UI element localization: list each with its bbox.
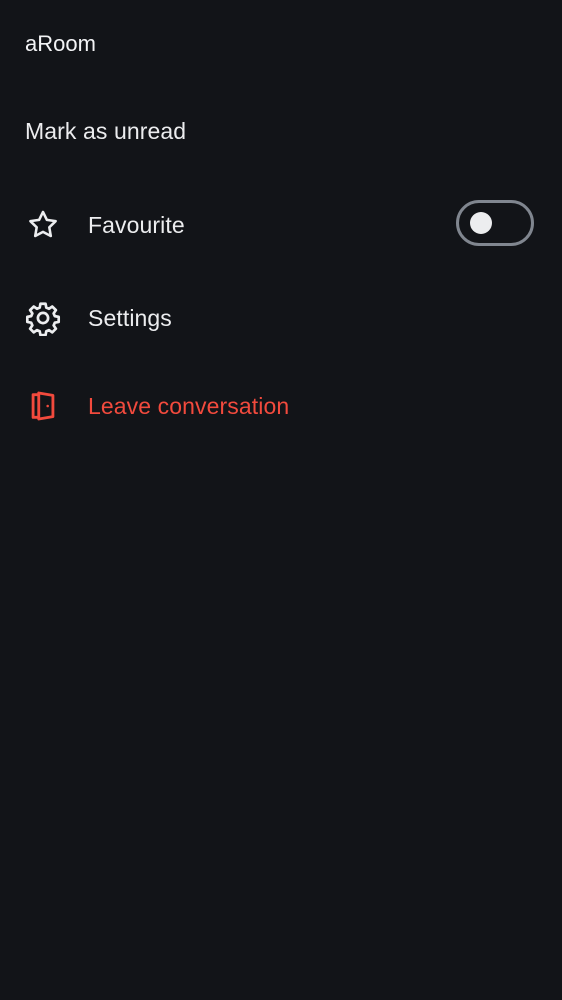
room-options-sheet: aRoom Mark as unread Favourite Settings bbox=[0, 0, 562, 1000]
star-icon bbox=[25, 207, 61, 243]
settings-item[interactable]: Settings bbox=[0, 282, 562, 354]
mark-as-unread-label: Mark as unread bbox=[25, 118, 187, 144]
leave-conversation-label: Leave conversation bbox=[88, 393, 290, 419]
settings-label: Settings bbox=[88, 305, 172, 331]
favourite-toggle[interactable] bbox=[456, 200, 534, 246]
leave-conversation-item[interactable]: Leave conversation bbox=[0, 370, 562, 442]
favourite-label: Favourite bbox=[88, 212, 185, 238]
toggle-knob bbox=[470, 212, 492, 234]
room-name: aRoom bbox=[25, 31, 96, 56]
gear-icon bbox=[25, 300, 61, 336]
mark-as-unread-item[interactable]: Mark as unread bbox=[0, 95, 562, 167]
favourite-item[interactable]: Favourite bbox=[0, 189, 562, 261]
door-exit-icon bbox=[25, 388, 61, 424]
